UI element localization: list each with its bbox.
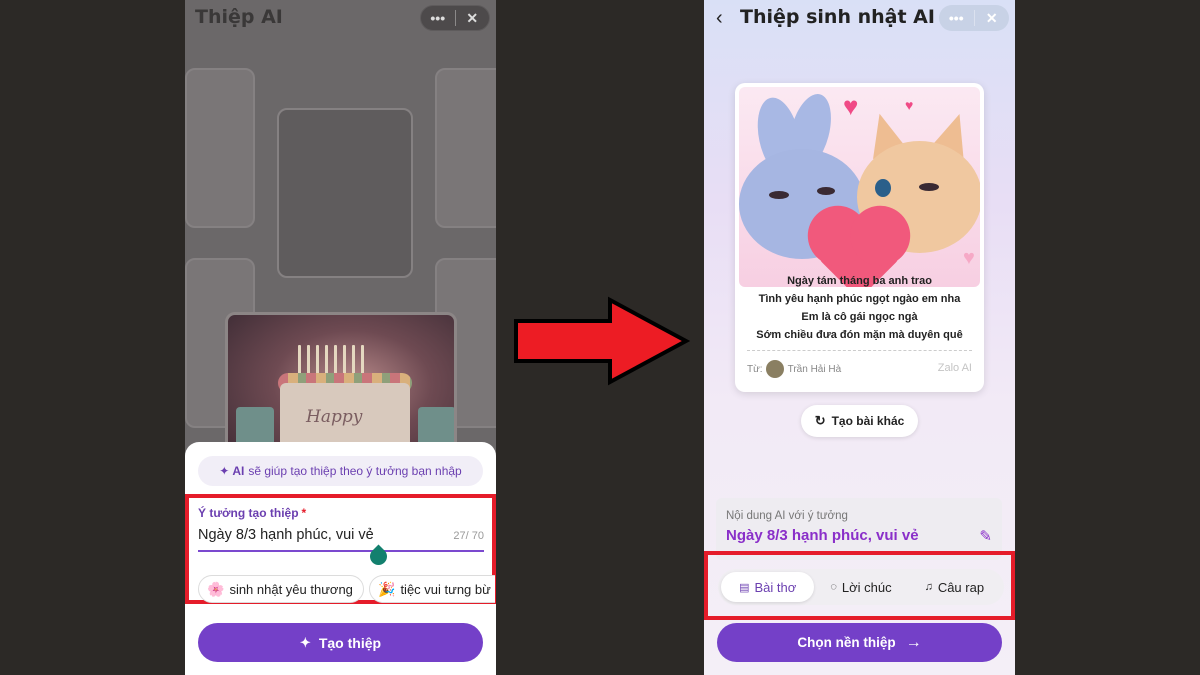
heart-icon: ♥	[963, 247, 975, 269]
more-dots-icon[interactable]: •••	[939, 5, 974, 31]
more-dots-icon[interactable]: •••	[421, 6, 455, 30]
template-card	[435, 68, 496, 228]
chip-label: tiệc vui tưng bừ	[400, 581, 491, 597]
chat-icon: ◌	[830, 581, 837, 593]
brand-label: Zalo AI	[937, 362, 972, 374]
red-arrow-icon	[514, 296, 691, 386]
suggestion-chip[interactable]: 🌸 sinh nhật yêu thương	[198, 575, 364, 603]
poem-line: Ngày tám tháng ba anh trao	[787, 275, 932, 287]
sender-name: Trần Hải Hà	[787, 363, 842, 375]
mini-app-capsule: ••• ✕	[939, 5, 1009, 31]
choose-button-label: Chọn nền thiệp	[797, 635, 896, 650]
tab-wishes[interactable]: ◌ Lời chúc	[814, 572, 907, 602]
template-card	[277, 108, 413, 278]
flower-emoji-icon: 🌸	[207, 580, 225, 597]
chip-label: sinh nhật yêu thương	[229, 581, 353, 597]
card-sender: Từ: Trần Hải Hà	[747, 360, 841, 378]
idea-label-text: Ý tưởng tạo thiệp	[198, 506, 299, 520]
ai-hint-bold: AI	[232, 464, 245, 478]
poem-line: Tình yêu hạnh phúc ngọt ngào em nha	[758, 293, 961, 305]
page-title: Thiệp sinh nhật AI	[740, 6, 935, 28]
arrow-right-icon: →	[905, 633, 922, 651]
idea-highlight-box: Ý tưởng tạo thiệp * Ngày 8/3 hạnh phúc, v…	[185, 494, 496, 604]
close-icon[interactable]: ✕	[975, 5, 1010, 31]
idea-input[interactable]: Ngày 8/3 hạnh phúc, vui vẻ	[198, 527, 374, 543]
tab-poem[interactable]: ▤ Bài thơ	[721, 572, 815, 602]
choose-background-button[interactable]: Chọn nền thiệp →	[717, 623, 1002, 662]
music-note-icon: ♫	[924, 581, 933, 593]
card-divider	[747, 350, 972, 351]
page-title: Thiệp AI	[195, 6, 283, 28]
template-card	[185, 68, 255, 228]
magic-wand-icon[interactable]: ✎	[979, 527, 992, 545]
header: Thiệp AI ••• ✕	[185, 0, 496, 36]
ai-hint-banner: ✦ AI sẽ giúp tạo thiệp theo ý tưởng bạn …	[198, 456, 483, 486]
content-label: Nội dung AI với ý tưởng	[726, 510, 848, 522]
create-button-label: Tạo thiệp	[318, 634, 382, 651]
poem-line: Sớm chiều đưa đón mặn mà duyên quê	[756, 329, 963, 341]
from-label: Từ:	[747, 363, 763, 375]
heart-icon: ♥	[905, 97, 914, 113]
tab-label: Lời chúc	[841, 579, 892, 595]
chevron-left-icon[interactable]: ‹	[716, 7, 723, 30]
sparkle-icon: ✦	[219, 464, 230, 478]
sparkle-icon: ✦	[299, 634, 311, 650]
heart-icon: ♥	[843, 91, 859, 121]
tab-label: Bài thơ	[754, 579, 797, 595]
party-emoji-icon: 🎉	[378, 580, 396, 597]
required-mark: *	[301, 506, 307, 520]
input-underline	[198, 550, 484, 552]
create-card-sheet: ✦ AI sẽ giúp tạo thiệp theo ý tưởng bạn …	[185, 442, 496, 675]
left-phone-screen: Thiệp AI ••• ✕ Happy ✦ AI sẽ giúp tạo th…	[185, 0, 496, 675]
text-cursor-handle[interactable]	[366, 544, 391, 569]
tab-rap[interactable]: ♫ Câu rap	[908, 572, 1001, 602]
greeting-card-preview: ♥ ♥ ♥ Ngày tám tháng ba anh trao Tình yê…	[735, 83, 984, 392]
poem-text: Ngày tám tháng ba anh trao Tình yêu hạnh…	[735, 272, 984, 344]
mini-app-capsule: ••• ✕	[420, 5, 490, 31]
content-idea-value: Ngày 8/3 hạnh phúc, vui vẻ	[726, 527, 919, 544]
poem-line: Em là cô gái ngọc ngà	[801, 311, 918, 323]
document-icon: ▤	[739, 581, 750, 594]
ai-hint-text: sẽ giúp tạo thiệp theo ý tưởng bạn nhập	[248, 464, 462, 478]
idea-field-label: Ý tưởng tạo thiệp *	[198, 506, 306, 520]
avatar	[765, 360, 784, 378]
content-type-tabs: ▤ Bài thơ ◌ Lời chúc ♫ Câu rap	[718, 569, 1004, 605]
refresh-icon: ↻	[814, 413, 826, 428]
close-icon[interactable]: ✕	[456, 6, 490, 30]
content-type-highlight-box: ▤ Bài thơ ◌ Lời chúc ♫ Câu rap	[704, 551, 1015, 620]
bunny-cat-illustration: ♥ ♥ ♥	[739, 87, 980, 287]
regenerate-button[interactable]: ↻ Tạo bài khác	[801, 405, 918, 437]
char-counter: 27/ 70	[453, 530, 484, 542]
right-phone-screen: ‹ Thiệp sinh nhật AI ••• ✕ ♥ ♥ ♥ Ngày tá…	[704, 0, 1015, 675]
create-card-button[interactable]: ✦ Tạo thiệp	[198, 623, 483, 662]
tab-label: Câu rap	[937, 579, 985, 595]
suggestion-chip[interactable]: 🎉 tiệc vui tưng bừ	[369, 575, 495, 603]
regen-label: Tạo bài khác	[831, 414, 905, 428]
